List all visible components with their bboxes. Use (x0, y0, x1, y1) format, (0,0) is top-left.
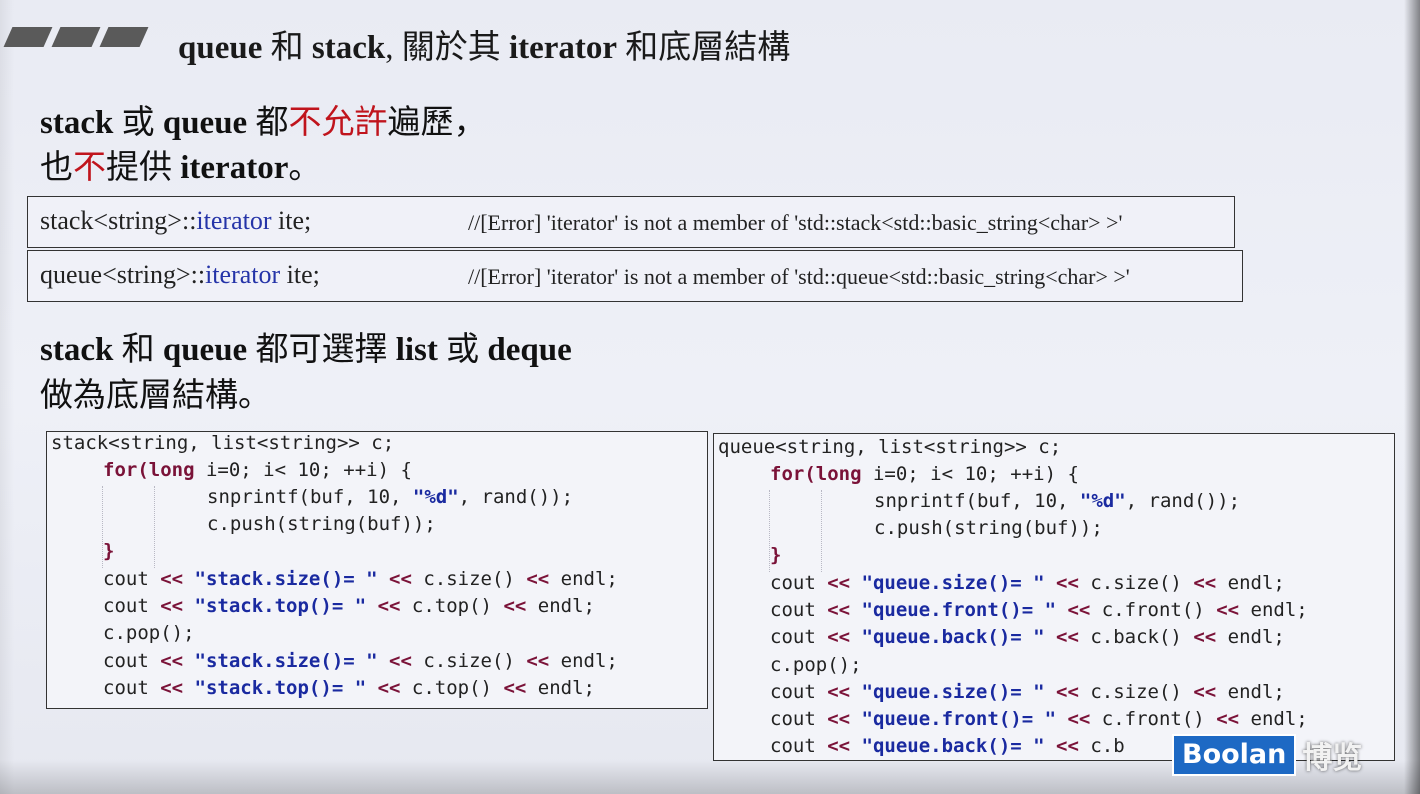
title-decoration (3, 27, 149, 47)
code-line: c.push(string(buf)); (874, 517, 1103, 539)
code-line: c.push(string(buf)); (207, 513, 436, 535)
code-line: cout << "stack.size()= " << c.size() << … (103, 650, 618, 672)
title-bar-mark (99, 27, 149, 47)
error-comment: //[Error] 'iterator' is not a member of … (468, 210, 1123, 235)
indent-guide (821, 490, 822, 572)
stack-iterator-error-box: stack<string>::iterator ite; //[Error] '… (27, 196, 1235, 248)
queue-code-box: queue<string, list<string>> c; for(long … (713, 433, 1395, 761)
slide-title: queue 和 stack, 關於其 iterator 和底層結構 (178, 30, 791, 66)
code-line: c.pop(); (770, 654, 862, 676)
container-heading-line1: stack 和 queue 都可選擇 list 或 deque (40, 332, 572, 368)
code-line: cout << "queue.size()= " << c.size() << … (770, 681, 1285, 703)
error-comment: //[Error] 'iterator' is not a member of … (468, 264, 1130, 289)
code-line: cout << "queue.front()= " << c.front() <… (770, 599, 1308, 621)
code-line: cout << "stack.top()= " << c.top() << en… (103, 595, 595, 617)
title-bar-mark (3, 27, 53, 47)
queue-iterator-error-box: queue<string>::iterator ite; //[Error] '… (27, 250, 1243, 302)
boolan-logo: Boolan 博览 (1172, 733, 1362, 777)
container-heading-line2: 做為底層結構。 (40, 378, 271, 414)
code-line: cout << "queue.size()= " << c.size() << … (770, 572, 1285, 594)
code-line: cout << "queue.front()= " << c.front() <… (770, 708, 1308, 730)
code-line: snprintf(buf, 10, "%d", rand()); (874, 490, 1241, 512)
code-declaration: queue<string>::iterator ite; (40, 260, 320, 289)
code-line: cout << "queue.back()= " << c.b (770, 735, 1125, 757)
code-declaration: stack<string>::iterator ite; (40, 206, 312, 235)
logo-chinese: 博览 (1302, 741, 1363, 776)
indent-guide (154, 486, 155, 568)
code-line: cout << "stack.top()= " << c.top() << en… (103, 677, 595, 699)
iteration-heading-line2: 也不提供 iterator。 (40, 150, 322, 186)
code-line: cout << "queue.back()= " << c.back() << … (770, 626, 1285, 648)
code-line: for(long i=0; i< 10; ++i) { (770, 463, 1079, 485)
code-line: cout << "stack.size()= " << c.size() << … (103, 568, 618, 590)
code-line: } (770, 544, 782, 566)
code-line: c.pop(); (103, 622, 195, 644)
title-bar-mark (51, 27, 101, 47)
logo-brand: Boolan (1172, 734, 1297, 776)
code-line: snprintf(buf, 10, "%d", rand()); (207, 486, 574, 508)
stack-code-box: stack<string, list<string>> c; for(long … (46, 431, 708, 709)
iteration-heading-line1: stack 或 queue 都不允許遍歷， (40, 105, 487, 141)
code-line: } (103, 540, 115, 562)
code-line: queue<string, list<string>> c; (718, 436, 1062, 458)
code-line: stack<string, list<string>> c; (51, 432, 395, 454)
code-line: for(long i=0; i< 10; ++i) { (103, 459, 412, 481)
